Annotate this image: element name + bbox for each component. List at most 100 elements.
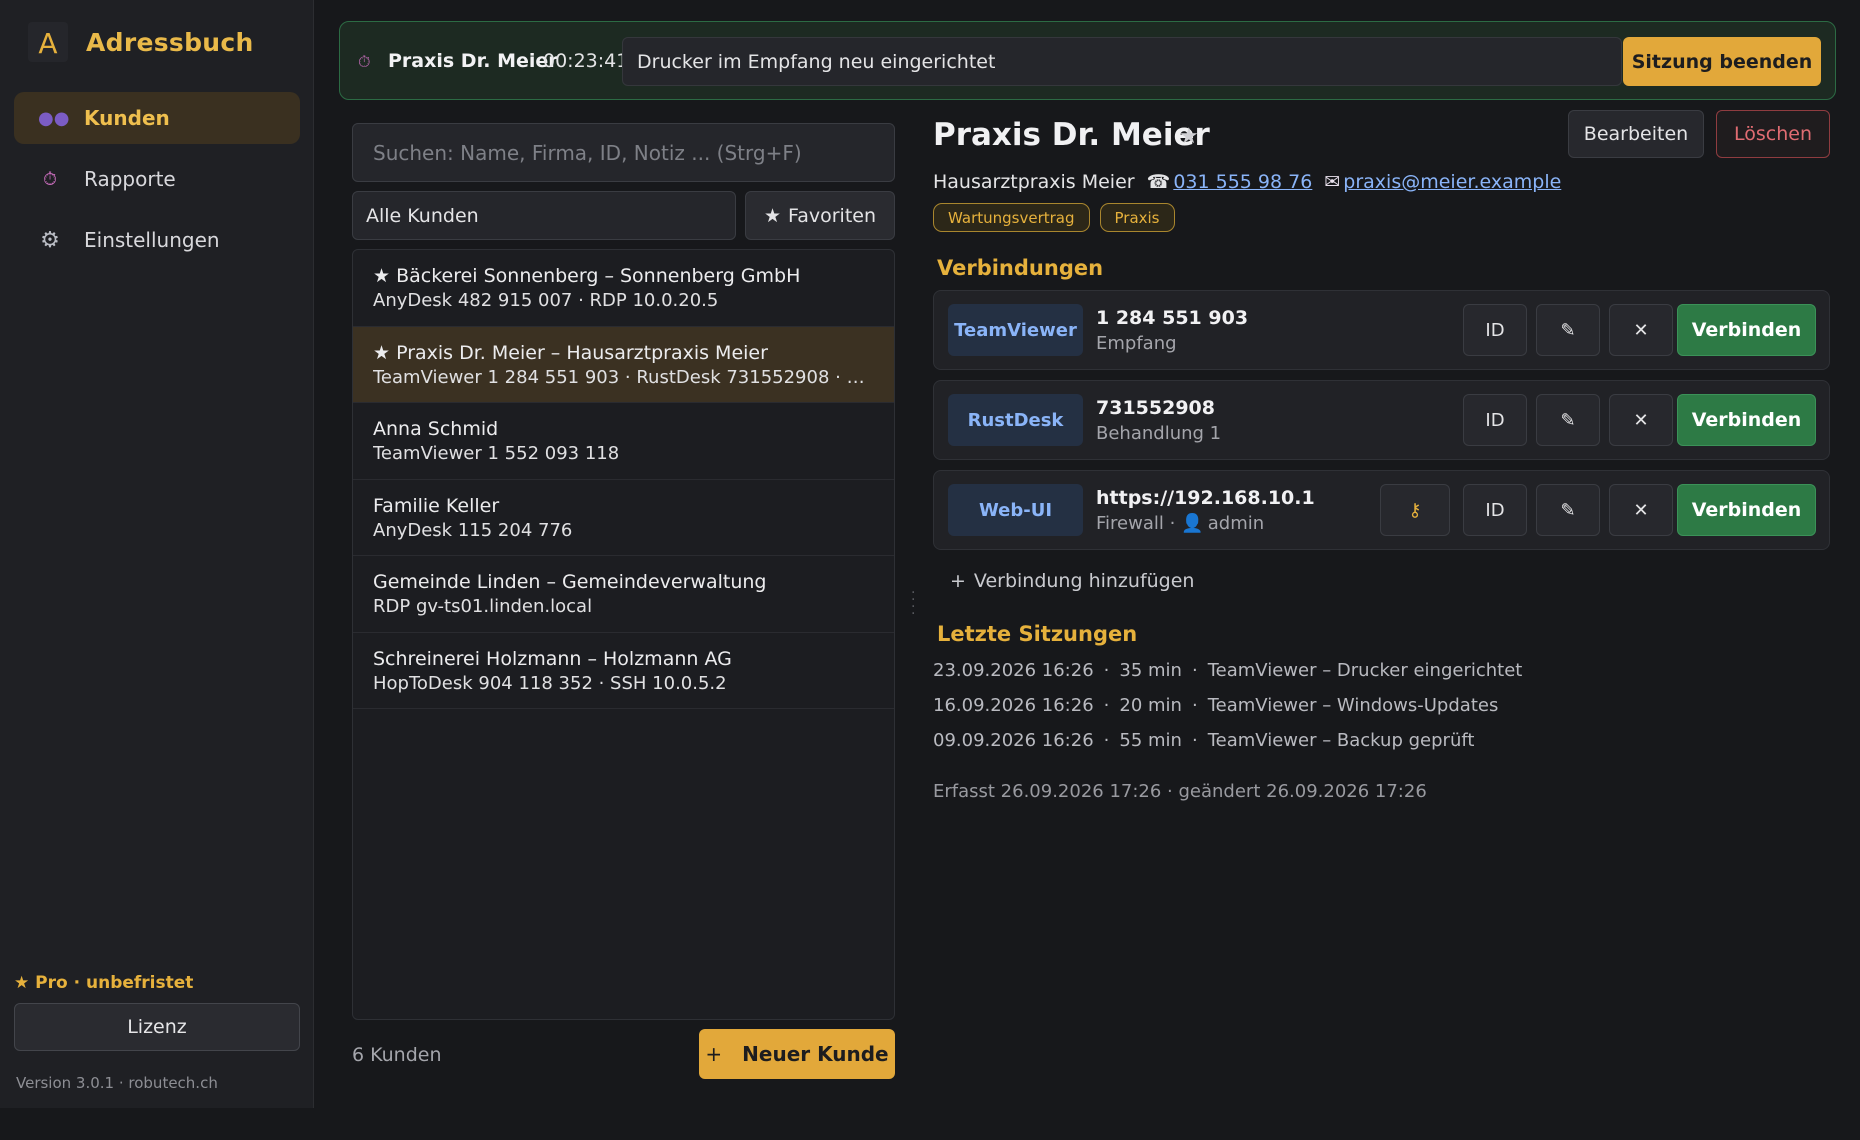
pencil-icon: ✎ — [1560, 319, 1576, 341]
customer-row[interactable]: Familie Keller AnyDesk 115 204 776 — [353, 480, 894, 556]
customer-name: Familie Keller — [373, 494, 500, 517]
customer-connections: TeamViewer 1 284 551 903 · RustDesk 7315… — [373, 366, 878, 388]
sidebar-item-label: Einstellungen — [84, 228, 220, 252]
customer-filter-select[interactable]: Alle Kunden — [352, 191, 736, 240]
customer-row-selected[interactable]: ★ Praxis Dr. Meier – Hausarztpraxis Meie… — [353, 326, 894, 403]
email-link[interactable]: praxis@meier.example — [1343, 171, 1561, 193]
sidebar-nav: ●● Kunden ⏱ Rapporte ⚙ Einstellungen — [14, 92, 300, 275]
customer-row[interactable]: Gemeinde Linden – Gemeindeverwaltung RDP… — [353, 556, 894, 633]
key-icon: ⚷ — [1408, 499, 1422, 521]
license-button[interactable]: Lizenz — [14, 1003, 300, 1051]
close-icon: ✕ — [1633, 409, 1649, 431]
company-name: Hausarztpraxis Meier — [933, 171, 1135, 193]
copy-id-button[interactable]: ID — [1463, 304, 1527, 356]
people-icon: ●● — [38, 107, 70, 129]
copy-id-button[interactable]: ID — [1463, 484, 1527, 536]
add-connection-link[interactable]: + Verbindung hinzufügen — [950, 570, 1194, 592]
plus-icon: + — [950, 570, 966, 592]
customer-list: ★ Bäckerei Sonnenberg – Sonnenberg GmbH … — [352, 249, 895, 1020]
contact-line: Hausarztpraxis Meier ☎ 031 555 98 76 ✉ pra… — [933, 171, 1561, 193]
sidebar-item-kunden[interactable]: ●● Kunden — [14, 92, 300, 144]
customer-name: Anna Schmid — [373, 418, 499, 440]
star-icon: ★ — [763, 204, 782, 227]
user-icon: 👤 — [1181, 513, 1204, 534]
customer-row[interactable]: Schreinerei Holzmann – Holzmann AG HopTo… — [353, 633, 894, 709]
customer-title: Praxis Dr. Meier — [933, 117, 1210, 153]
edit-connection-button[interactable]: ✎ — [1536, 304, 1600, 356]
connection-card: TeamViewer 1 284 551 903 Empfang ID ✎ ✕ … — [933, 290, 1830, 370]
session-entry: 16.09.2026 16:26 · 20 min · TeamViewer – Win… — [933, 695, 1499, 716]
customer-connections: RDP gv-ts01.linden.local — [373, 596, 593, 617]
connect-button[interactable]: Verbinden — [1677, 394, 1816, 446]
recent-sessions-heading: Letzte Sitzungen — [937, 622, 1138, 646]
app-logo: A — [28, 22, 68, 62]
customer-connections: TeamViewer 1 552 093 118 — [373, 443, 620, 464]
plus-icon: + — [705, 1042, 723, 1066]
sidebar-item-rapporte[interactable]: ⏱ Rapporte — [14, 153, 300, 205]
star-icon: ★ — [14, 973, 30, 993]
remove-connection-button[interactable]: ✕ — [1609, 394, 1673, 446]
connection-user: admin — [1207, 513, 1265, 534]
tag: Wartungsvertrag — [933, 203, 1090, 232]
connection-url: https://192.168.10.1 — [1096, 487, 1315, 509]
customer-row[interactable]: ★ Bäckerei Sonnenberg – Sonnenberg GmbH … — [353, 250, 894, 327]
connection-type-badge: RustDesk — [948, 394, 1083, 446]
connect-button[interactable]: Verbinden — [1677, 304, 1816, 356]
session-client: Praxis Dr. Meier — [388, 50, 558, 72]
edit-connection-button[interactable]: ✎ — [1536, 484, 1600, 536]
edit-button[interactable]: Bearbeiten — [1568, 110, 1704, 158]
connect-button[interactable]: Verbinden — [1677, 484, 1816, 536]
connection-label: Empfang — [1096, 333, 1177, 354]
remove-connection-button[interactable]: ✕ — [1609, 304, 1673, 356]
customer-connections: HopToDesk 904 118 352 · SSH 10.0.5.2 — [373, 672, 727, 694]
end-session-button[interactable]: Sitzung beenden — [1623, 37, 1821, 86]
session-timer: 00:23:41 — [543, 50, 629, 72]
version-label: Version 3.0.1 · robutech.ch — [16, 1074, 218, 1092]
new-customer-button[interactable]: + Neuer Kunde — [699, 1029, 895, 1079]
customer-connections: AnyDesk 482 915 007 · RDP 10.0.20.5 — [373, 290, 719, 311]
connection-card: RustDesk 731552908 Behandlung 1 ID ✎ ✕ V… — [933, 380, 1830, 460]
connection-id: 1 284 551 903 — [1096, 307, 1249, 329]
sidebar-item-einstellungen[interactable]: ⚙ Einstellungen — [14, 214, 300, 266]
phone-icon: ☎ — [1146, 171, 1171, 193]
customer-count: 6 Kunden — [352, 1044, 442, 1066]
edit-connection-button[interactable]: ✎ — [1536, 394, 1600, 446]
sidebar-item-label: Kunden — [84, 106, 170, 130]
sidebar: A Adressbuch ●● Kunden ⏱ Rapporte ⚙ Eins… — [0, 0, 314, 1108]
remove-connection-button[interactable]: ✕ — [1609, 484, 1673, 536]
session-note-input[interactable]: Drucker im Empfang neu eingerichtet — [622, 37, 1622, 86]
connection-label: Firewall · 👤 admin — [1096, 513, 1265, 534]
favorites-button[interactable]: ★ Favoriten — [745, 191, 895, 240]
tag-list: Wartungsvertrag Praxis — [933, 203, 1185, 232]
delete-button[interactable]: Löschen — [1716, 110, 1830, 158]
record-metadata: Erfasst 26.09.2026 17:26 · geändert 26.0… — [933, 781, 1427, 802]
connection-type-badge: TeamViewer — [948, 304, 1083, 356]
close-icon: ✕ — [1633, 319, 1649, 341]
phone-link[interactable]: 031 555 98 76 — [1173, 171, 1312, 193]
copy-id-button[interactable]: ID — [1463, 394, 1527, 446]
connection-type-badge: Web-UI — [948, 484, 1083, 536]
connections-heading: Verbindungen — [937, 256, 1104, 280]
show-password-button[interactable]: ⚷ — [1380, 484, 1450, 536]
session-entry: 09.09.2026 16:26 · 55 min · TeamViewer – Bac… — [933, 730, 1475, 751]
connection-id: 731552908 — [1096, 397, 1215, 419]
search-input[interactable]: Suchen: Name, Firma, ID, Notiz ... (Strg… — [352, 123, 895, 182]
customer-name: Schreinerei Holzmann – Holzmann AG — [373, 647, 732, 670]
tag: Praxis — [1099, 203, 1175, 232]
favorite-star-icon[interactable]: ★ — [1179, 124, 1199, 149]
connection-card: Web-UI https://192.168.10.1 Firewall · 👤 a… — [933, 470, 1830, 550]
panel-splitter-handle[interactable]: · · · · — [911, 586, 915, 621]
stopwatch-icon: ⏱ — [358, 52, 371, 71]
active-session-bar: ⏱ Praxis Dr. Meier 00:23:41 Drucker im E… — [339, 21, 1836, 100]
customer-name: ★ Bäckerei Sonnenberg – Sonnenberg GmbH — [373, 265, 801, 287]
customer-name: ★ Praxis Dr. Meier – Hausarztpraxis Meie… — [373, 341, 768, 364]
pencil-icon: ✎ — [1560, 409, 1576, 431]
app-title: Adressbuch — [86, 27, 254, 57]
sidebar-item-label: Rapporte — [84, 167, 176, 191]
customer-name: Gemeinde Linden – Gemeindeverwaltung — [373, 571, 767, 593]
session-entry: 23.09.2026 16:26 · 35 min · TeamViewer – Dru… — [933, 660, 1523, 681]
license-status: ★ Pro · unbefristet — [14, 973, 194, 993]
mail-icon: ✉ — [1324, 171, 1341, 193]
customer-row[interactable]: Anna Schmid TeamViewer 1 552 093 118 — [353, 403, 894, 480]
brand: A Adressbuch — [28, 22, 254, 62]
